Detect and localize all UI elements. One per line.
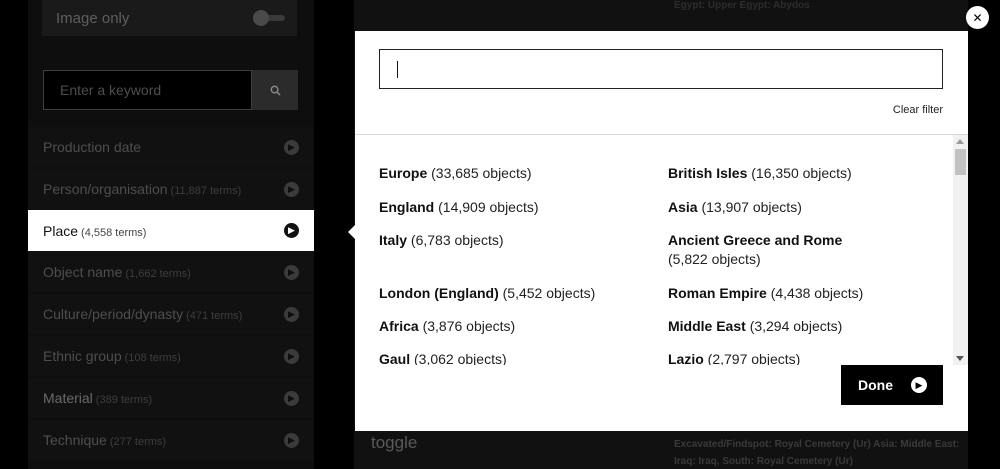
place-option[interactable]: Middle East (3,294 objects) — [668, 317, 928, 336]
facet-production-date[interactable]: Production date ▶ — [28, 127, 314, 167]
arrow-right-icon: ▶ — [911, 377, 927, 393]
arrow-right-icon: ▶ — [284, 390, 299, 406]
arrow-right-icon: ▶ — [284, 306, 299, 322]
place-option[interactable]: Gaul (3,062 objects) — [379, 350, 639, 365]
keyword-search-button[interactable] — [252, 70, 298, 110]
place-option[interactable]: Asia (13,907 objects) — [668, 198, 928, 217]
image-only-toggle-row[interactable]: Image only — [42, 0, 297, 36]
toggle-knob — [253, 10, 269, 26]
facet-label: Technique (277 terms) — [43, 432, 167, 448]
place-option[interactable]: London (England) (5,452 objects) — [379, 284, 639, 303]
search-icon — [270, 85, 281, 96]
place-filter-modal: Clear filter Europe (33,685 objects) Bri… — [355, 31, 968, 431]
place-option[interactable]: Lazio (2,797 objects) — [668, 350, 928, 365]
facet-place[interactable]: Place (4,558 terms) ▶ — [28, 210, 314, 251]
close-icon[interactable]: ✕ — [966, 6, 989, 29]
background-result-text: Excavated/Findspot: Royal Cemetery (Ur) … — [674, 439, 960, 467]
keyword-search-input[interactable]: Enter a keyword — [43, 70, 252, 110]
modal-pointer — [348, 225, 355, 239]
arrow-right-icon: ▶ — [284, 223, 299, 238]
arrow-right-icon: ▶ — [284, 139, 299, 155]
facet-label: Object name (1,662 terms) — [43, 264, 191, 280]
image-only-toggle[interactable] — [253, 10, 285, 26]
arrow-right-icon: ▶ — [284, 432, 299, 448]
text-caret — [397, 61, 398, 78]
place-option[interactable]: Europe (33,685 objects) — [379, 164, 639, 183]
place-option[interactable]: British Isles (16,350 objects) — [668, 164, 928, 183]
facet-label: Place (4,558 terms) — [43, 222, 147, 239]
facet-culture-period-dynasty[interactable]: Culture/period/dynasty (471 terms) ▶ — [28, 294, 314, 334]
background-result-text: Egypt: Upper Egypt: Abydos — [674, 0, 810, 11]
facet-label: Material (389 terms) — [43, 390, 153, 406]
facet-ethnic-group[interactable]: Ethnic group (108 terms) ▶ — [28, 336, 314, 376]
facet-label: Ethnic group (108 terms) — [43, 348, 181, 364]
arrow-right-icon: ▶ — [284, 181, 299, 197]
facet-technique[interactable]: Technique (277 terms) ▶ — [28, 420, 314, 460]
arrow-right-icon: ▶ — [284, 264, 299, 280]
place-options-list: Europe (33,685 objects) British Isles (1… — [355, 135, 968, 365]
scroll-down-icon[interactable] — [956, 356, 964, 361]
image-only-label: Image only — [56, 9, 130, 27]
scroll-thumb[interactable] — [955, 149, 966, 175]
place-option[interactable]: Ancient Greece and Rome (5,822 objects) — [668, 231, 868, 269]
place-option[interactable]: Africa (3,876 objects) — [379, 317, 639, 336]
done-button[interactable]: Done ▶ — [841, 365, 943, 405]
place-option[interactable]: England (14,909 objects) — [379, 198, 639, 217]
clear-filter-link[interactable]: Clear filter — [893, 104, 943, 116]
options-scrollbar[interactable] — [953, 135, 968, 365]
facet-label: Production date — [43, 139, 142, 155]
done-label: Done — [858, 377, 893, 393]
facet-person-organisation[interactable]: Person/organisation (11,887 terms) ▶ — [28, 169, 314, 209]
scroll-up-icon[interactable] — [956, 139, 964, 144]
place-option[interactable]: Roman Empire (4,438 objects) — [668, 284, 928, 303]
facet-object-name[interactable]: Object name (1,662 terms) ▶ — [28, 252, 314, 292]
place-option[interactable]: Italy (6,783 objects) — [379, 231, 639, 250]
facet-material[interactable]: Material (389 terms) ▶ — [28, 378, 314, 418]
facet-label: Culture/period/dynasty (471 terms) — [43, 306, 243, 322]
background-toggle-text: toggle — [371, 433, 418, 452]
facet-label: Person/organisation (11,887 terms) — [43, 181, 242, 197]
place-filter-input[interactable] — [379, 49, 943, 89]
arrow-right-icon: ▶ — [284, 348, 299, 364]
